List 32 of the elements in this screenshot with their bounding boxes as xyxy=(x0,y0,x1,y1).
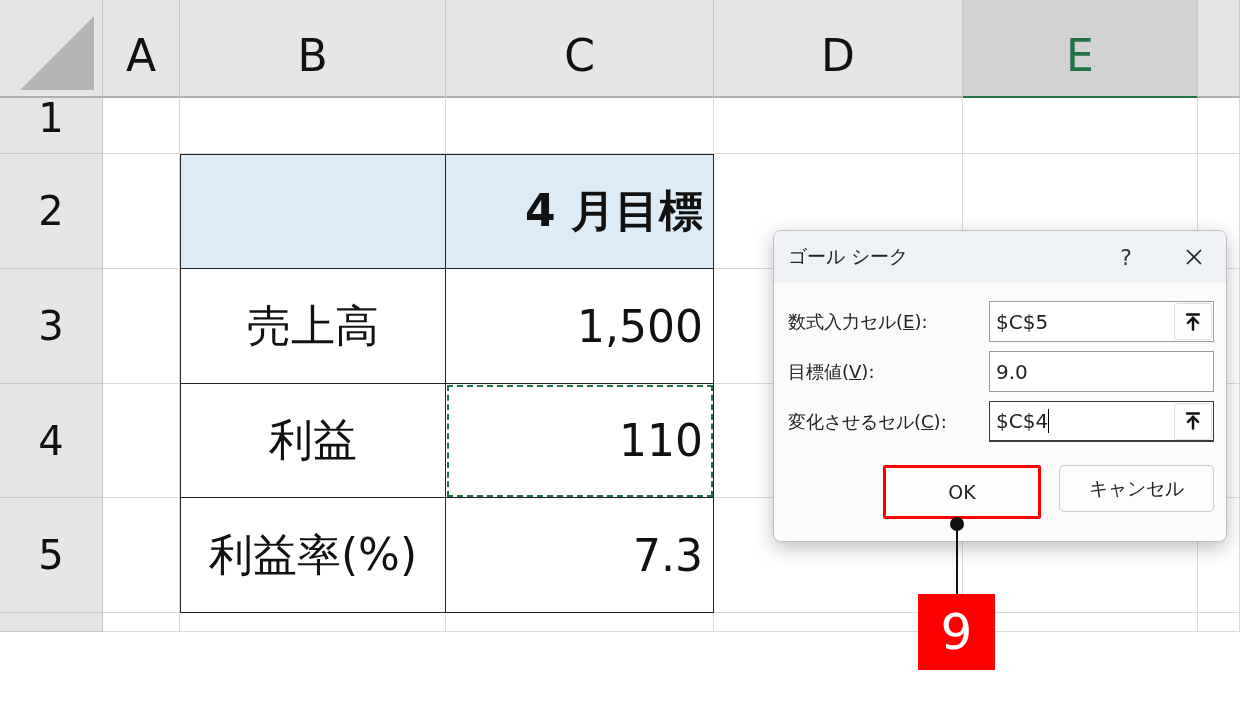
column-header[interactable]: E xyxy=(963,0,1198,98)
help-button[interactable]: ? xyxy=(1106,243,1146,271)
dialog-button[interactable]: OK xyxy=(883,465,1041,519)
row-header[interactable]: 5 xyxy=(0,498,103,613)
table-cell: 1,500 xyxy=(446,269,714,384)
column-header[interactable]: A xyxy=(103,0,180,98)
column-header[interactable]: C xyxy=(446,0,714,98)
step-number: 9 xyxy=(918,594,995,670)
field-label: 数式入力セル(E): xyxy=(788,309,928,334)
collapse-button[interactable] xyxy=(1174,402,1212,440)
row-header[interactable]: 4 xyxy=(0,384,103,498)
column-header[interactable]: B xyxy=(180,0,446,98)
row-header[interactable]: 2 xyxy=(0,154,103,269)
table-cell: 利益 xyxy=(180,384,446,498)
collapse-button[interactable] xyxy=(1174,303,1212,340)
dialog-button[interactable]: キャンセル xyxy=(1059,465,1214,512)
row-header[interactable]: 1 xyxy=(0,98,103,154)
table-cell: 110 xyxy=(446,384,714,498)
table-cell: 売上高 xyxy=(180,269,446,384)
upload-arrow-icon xyxy=(1183,411,1203,431)
dialog-title: ゴール シーク xyxy=(788,244,910,269)
table-cell: 7.3 xyxy=(446,498,714,613)
field-label: 目標値(V): xyxy=(788,359,875,384)
column-header[interactable]: D xyxy=(714,0,963,98)
upload-arrow-icon xyxy=(1183,311,1203,332)
row-header[interactable]: 3 xyxy=(0,269,103,384)
table-cell: 4 月目標 xyxy=(446,154,714,269)
input-field[interactable]: 9.0 xyxy=(989,351,1214,392)
input-field[interactable]: $C$4 xyxy=(989,401,1214,442)
table-cell: 利益率(%) xyxy=(180,498,446,613)
field-label: 変化させるセル(C): xyxy=(788,409,947,434)
input-field[interactable]: $C$5 xyxy=(989,301,1214,342)
